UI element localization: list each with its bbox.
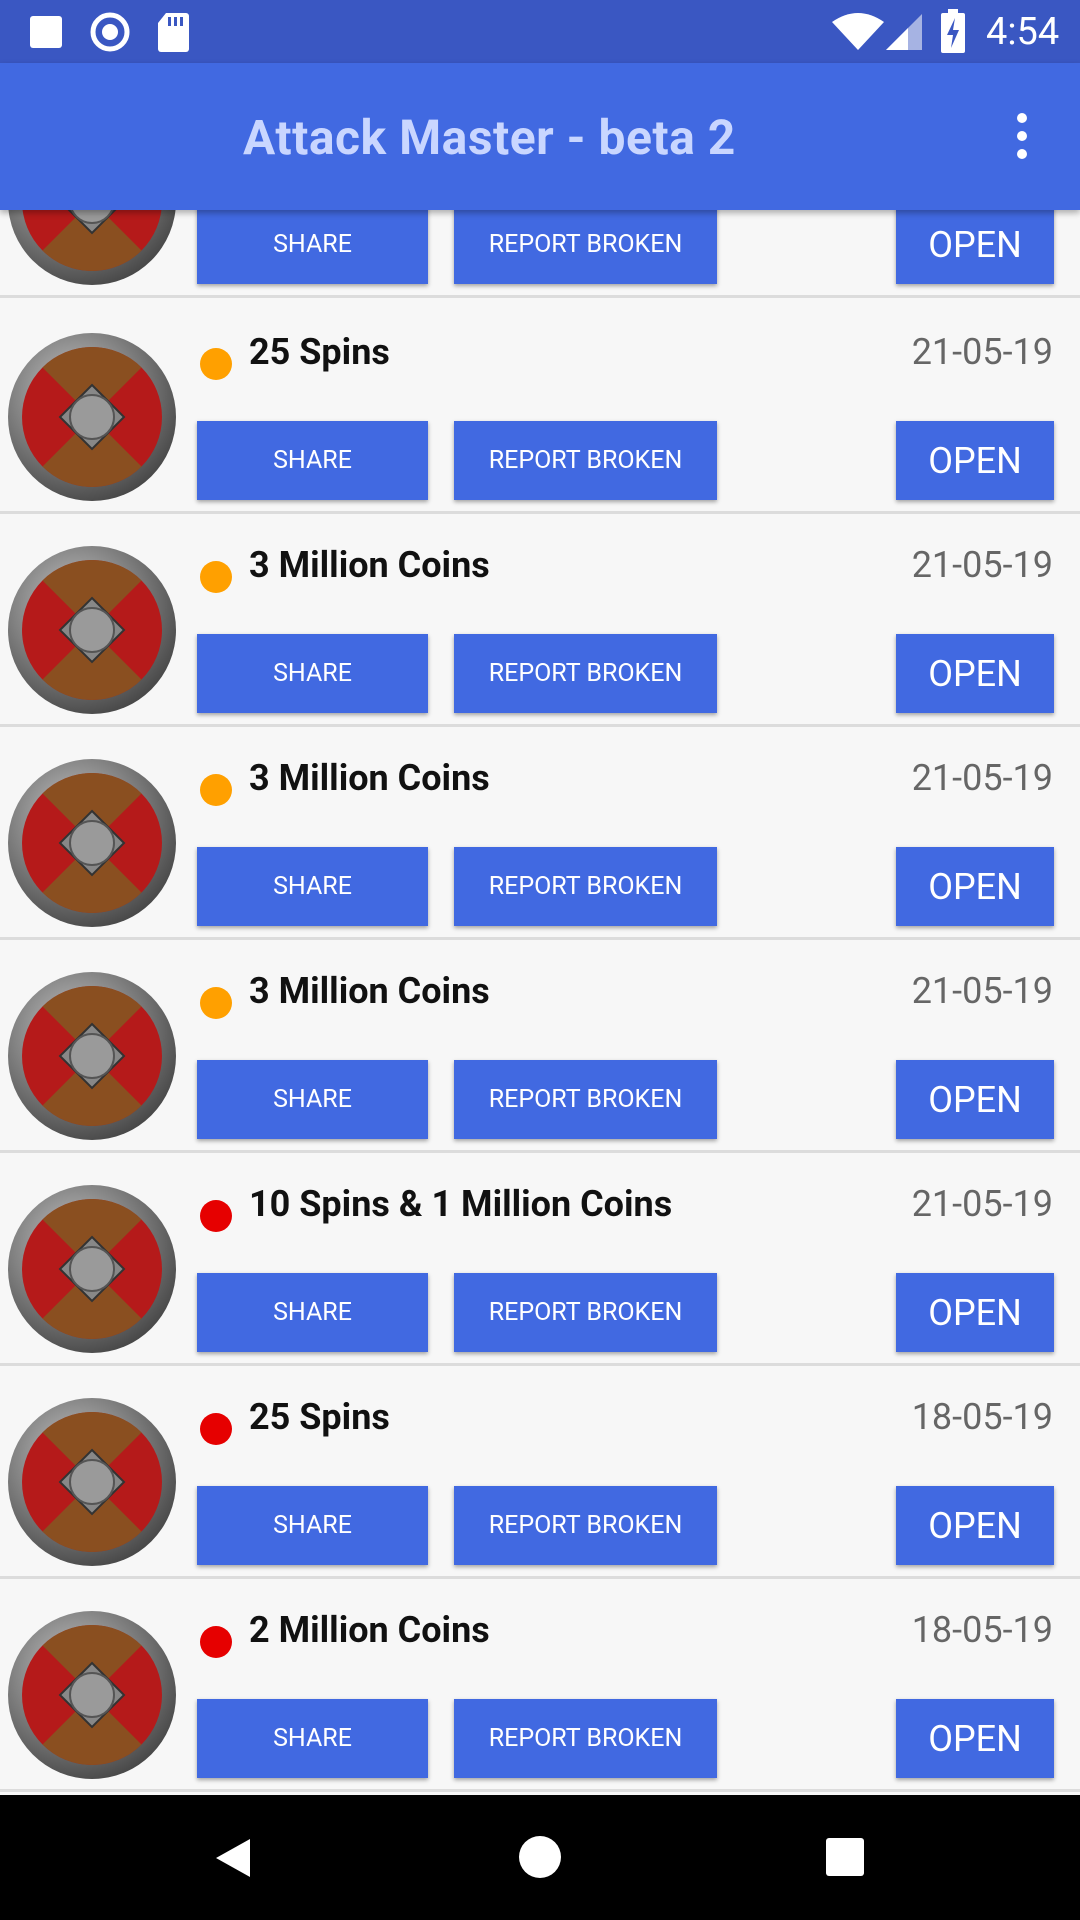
share-button[interactable]: SHARE <box>197 1273 428 1352</box>
shield-icon <box>8 546 176 714</box>
status-dot <box>200 561 232 593</box>
item-date: 21-05-19 <box>911 757 1053 799</box>
share-button[interactable]: SHARE <box>197 1699 428 1778</box>
list-item: 25 Spins 21-05-19 SHARE REPORT BROKEN OP… <box>0 301 1080 514</box>
item-title: 3 Million Coins <box>249 544 490 586</box>
status-dot <box>200 774 232 806</box>
back-icon[interactable] <box>210 1835 256 1881</box>
shield-icon <box>8 759 176 927</box>
open-button[interactable]: OPEN <box>896 421 1054 500</box>
navigation-bar <box>0 1795 1080 1920</box>
status-bar: 4:54 <box>0 0 1080 63</box>
item-title: 25 Spins <box>249 1396 390 1438</box>
page-title: Attack Master - beta 2 <box>243 109 736 166</box>
report-broken-button[interactable]: REPORT BROKEN <box>454 847 717 926</box>
open-button[interactable]: OPEN <box>896 1699 1054 1778</box>
open-button[interactable]: OPEN <box>896 1060 1054 1139</box>
share-button[interactable]: SHARE <box>197 634 428 713</box>
report-broken-button[interactable]: REPORT BROKEN <box>454 1273 717 1352</box>
open-button[interactable]: OPEN <box>896 634 1054 713</box>
list-item: 3 Million Coins 21-05-19 SHARE REPORT BR… <box>0 727 1080 940</box>
status-dot <box>200 987 232 1019</box>
share-button[interactable]: SHARE <box>197 421 428 500</box>
report-broken-button[interactable]: REPORT BROKEN <box>454 210 717 284</box>
list-item: SHARE REPORT BROKEN OPEN <box>0 210 1080 298</box>
more-vert-icon[interactable] <box>1010 113 1034 163</box>
item-title: 2 Million Coins <box>249 1609 490 1651</box>
code-list[interactable]: SHARE REPORT BROKEN OPEN 25 Spins 21-05-… <box>0 210 1080 1795</box>
square-notification-icon <box>30 16 62 48</box>
list-item: 3 Million Coins 21-05-19 SHARE REPORT BR… <box>0 940 1080 1153</box>
shield-icon <box>8 1611 176 1779</box>
open-button[interactable]: OPEN <box>896 1273 1054 1352</box>
shield-icon <box>8 210 176 285</box>
list-item: 25 Spins 18-05-19 SHARE REPORT BROKEN OP… <box>0 1366 1080 1579</box>
clock: 4:54 <box>986 10 1060 54</box>
shield-icon <box>8 972 176 1140</box>
sd-card-icon <box>158 13 189 52</box>
circle-notification-icon <box>90 12 130 52</box>
list-item: 10 Spins & 1 Million Coins 21-05-19 SHAR… <box>0 1153 1080 1366</box>
shield-icon <box>8 333 176 501</box>
item-title: 10 Spins & 1 Million Coins <box>249 1183 673 1225</box>
report-broken-button[interactable]: REPORT BROKEN <box>454 1699 717 1778</box>
item-title: 3 Million Coins <box>249 757 490 799</box>
list-item: 3 Million Coins 21-05-19 SHARE REPORT BR… <box>0 514 1080 727</box>
app-bar: Attack Master - beta 2 <box>0 63 1080 210</box>
recents-icon[interactable] <box>825 1837 865 1877</box>
status-dot <box>200 1626 232 1658</box>
list-item: 2 Million Coins 18-05-19 SHARE REPORT BR… <box>0 1579 1080 1792</box>
item-date: 18-05-19 <box>911 1396 1053 1438</box>
item-date: 21-05-19 <box>911 970 1053 1012</box>
status-dot <box>200 1200 232 1232</box>
open-button[interactable]: OPEN <box>896 210 1054 284</box>
report-broken-button[interactable]: REPORT BROKEN <box>454 1486 717 1565</box>
open-button[interactable]: OPEN <box>896 1486 1054 1565</box>
item-date: 21-05-19 <box>911 544 1053 586</box>
report-broken-button[interactable]: REPORT BROKEN <box>454 634 717 713</box>
share-button[interactable]: SHARE <box>197 847 428 926</box>
item-title: 25 Spins <box>249 331 390 373</box>
status-dot <box>200 348 232 380</box>
item-title: 3 Million Coins <box>249 970 490 1012</box>
shield-icon <box>8 1398 176 1566</box>
signal-icon <box>886 14 922 50</box>
wifi-icon <box>832 13 884 50</box>
item-date: 21-05-19 <box>911 331 1053 373</box>
item-date: 18-05-19 <box>911 1609 1053 1651</box>
item-date: 21-05-19 <box>911 1183 1053 1225</box>
battery-charging-icon <box>941 9 965 53</box>
share-button[interactable]: SHARE <box>197 1060 428 1139</box>
report-broken-button[interactable]: REPORT BROKEN <box>454 1060 717 1139</box>
open-button[interactable]: OPEN <box>896 847 1054 926</box>
report-broken-button[interactable]: REPORT BROKEN <box>454 421 717 500</box>
status-dot <box>200 1413 232 1445</box>
share-button[interactable]: SHARE <box>197 1486 428 1565</box>
share-button[interactable]: SHARE <box>197 210 428 284</box>
shield-icon <box>8 1185 176 1353</box>
home-icon[interactable] <box>518 1835 562 1879</box>
